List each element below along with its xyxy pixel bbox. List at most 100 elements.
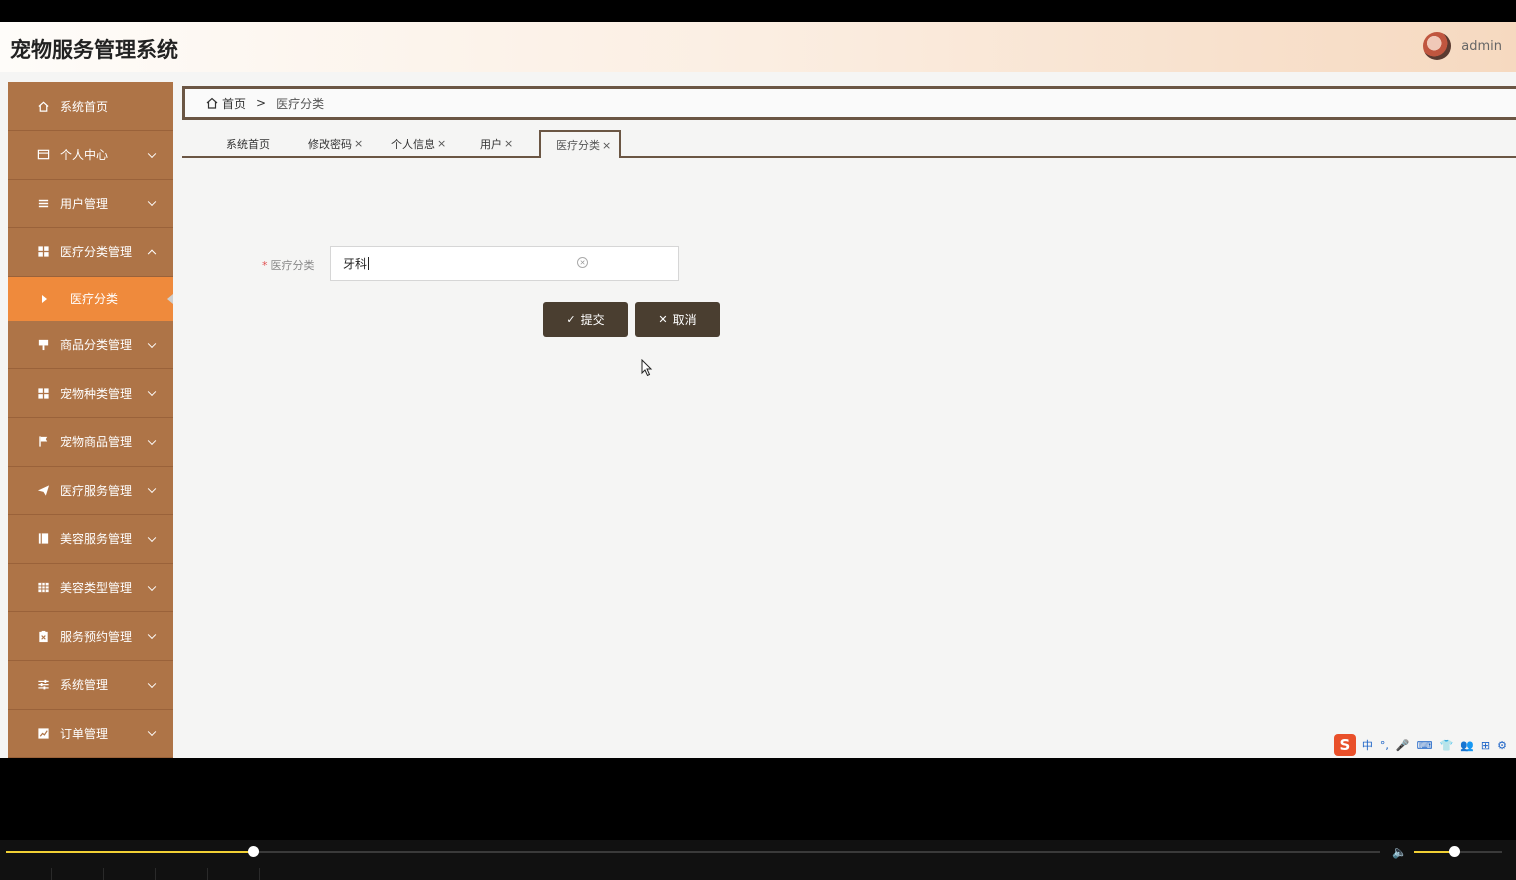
sidebar-item-label: 商品分类管理 <box>60 338 133 353</box>
tab[interactable]: 医疗分类 × <box>539 130 622 158</box>
tab[interactable]: 修改密码 × <box>308 130 363 157</box>
sidebar-item-label: 用户管理 <box>60 196 109 211</box>
home-icon[interactable] <box>205 96 219 110</box>
sogou-logo-icon[interactable]: S <box>1333 734 1356 756</box>
input-value: 牙科 <box>343 257 368 271</box>
player-slot[interactable] <box>156 868 208 880</box>
id-card-icon <box>36 148 50 162</box>
video-player-bar: 🔈 <box>0 840 1516 880</box>
sidebar-subitem-medical-category[interactable]: 医疗分类 <box>8 276 173 321</box>
sidebar-item[interactable]: 宠物商品管理 <box>8 418 173 467</box>
tab-close-icon[interactable]: × <box>437 137 446 150</box>
breadcrumb: 首页 > 医疗分类 <box>182 86 1516 120</box>
sidebar-item[interactable]: 订单管理 <box>8 710 173 758</box>
tab-close-icon[interactable]: × <box>602 139 611 152</box>
volume-icon[interactable]: 🔈 <box>1392 845 1407 859</box>
sidebar-item-label: 美容服务管理 <box>60 532 133 547</box>
chevron-down-icon <box>147 436 157 445</box>
sidebar-item-label: 个人中心 <box>60 148 109 163</box>
clear-icon[interactable]: ✕ <box>577 257 588 268</box>
player-slot[interactable] <box>52 868 104 880</box>
ime-tool-icon[interactable]: 中 <box>1362 737 1373 753</box>
grid-icon <box>36 386 50 400</box>
ime-tool-icon[interactable]: 🎤 <box>1396 739 1410 752</box>
grid-icon <box>36 245 50 259</box>
progress-track[interactable] <box>6 846 1380 857</box>
ime-tool-icon[interactable]: ⊞ <box>1481 739 1490 752</box>
sidebar-item[interactable]: 美容服务管理 <box>8 515 173 564</box>
caret-right-icon <box>42 294 47 303</box>
chevron-down-icon <box>147 484 157 494</box>
chevron-down-icon <box>147 339 157 348</box>
user-name[interactable]: admin <box>1461 39 1502 54</box>
ime-tool-icon[interactable]: 👕 <box>1440 739 1454 752</box>
volume-track[interactable] <box>1414 846 1502 857</box>
sidebar-item[interactable]: 美容类型管理 <box>8 564 173 613</box>
sidebar-item-label: 系统首页 <box>60 99 109 114</box>
chevron-down-icon <box>147 387 157 397</box>
required-mark: * <box>262 259 268 272</box>
breadcrumb-home[interactable]: 首页 <box>222 95 246 112</box>
sidebar-item[interactable]: 宠物种类管理 <box>8 369 173 418</box>
tab-label: 系统首页 <box>226 137 270 151</box>
sidebar-item-label: 医疗分类管理 <box>60 245 133 260</box>
text-caret <box>368 257 370 270</box>
volume-handle[interactable] <box>1448 846 1460 857</box>
ime-tool-icon[interactable]: ⚙ <box>1497 739 1507 752</box>
flag-icon <box>36 435 50 449</box>
chevron-down-icon <box>147 679 157 688</box>
check-icon: ✓ <box>566 313 576 326</box>
sliders-icon <box>36 678 50 692</box>
user-menu[interactable]: admin <box>1423 32 1502 60</box>
ime-toolbar: S 中 °, 🎤 ⌨ 👕 👥 ⊞ ⚙ <box>1333 733 1516 757</box>
ime-tool-icon[interactable]: ⌨ <box>1417 739 1433 752</box>
sidebar-item[interactable]: 医疗服务管理 <box>8 467 173 516</box>
sidebar-item-label: 宠物种类管理 <box>60 386 133 401</box>
signpost-icon <box>36 338 50 352</box>
player-slot[interactable] <box>208 868 260 880</box>
volume-fill <box>1414 851 1454 853</box>
tab-bar: 系统首页 修改密码 × 个人信息 × 用户 × 医疗分类 × <box>182 128 1516 158</box>
medical-category-input[interactable]: 牙科 ✕ <box>330 246 679 281</box>
sidebar-item[interactable]: 用户管理 <box>8 180 173 229</box>
tab[interactable]: 个人信息 × <box>391 130 446 157</box>
medical-category-label: * 医疗分类 <box>262 259 315 272</box>
sidebar-item-label: 服务预约管理 <box>60 629 133 644</box>
progress-handle[interactable] <box>248 846 260 857</box>
submit-button[interactable]: ✓ 提交 <box>543 302 628 337</box>
sidebar-item-label: 美容类型管理 <box>60 581 133 596</box>
player-slot[interactable] <box>0 868 52 880</box>
tab-label: 医疗分类 <box>556 139 600 152</box>
sidebar-item[interactable]: 个人中心 <box>8 131 173 180</box>
book-icon <box>36 532 50 546</box>
sidebar-item[interactable]: 医疗分类管理 <box>8 228 173 277</box>
ime-tool-icon[interactable]: °, <box>1380 739 1389 752</box>
sidebar-subitem-label: 医疗分类 <box>70 292 119 307</box>
tab-label: 修改密码 <box>308 137 352 151</box>
sidebar: 系统首页个人中心用户管理医疗分类管理 医疗分类商品分类管理 宠物种类管理 宠物商品管理… <box>8 82 173 758</box>
sidebar-item[interactable]: 服务预约管理 <box>8 612 173 661</box>
sidebar-item-label: 系统管理 <box>60 678 109 693</box>
sidebar-item[interactable]: 商品分类管理 <box>8 321 173 370</box>
list-icon <box>36 196 50 210</box>
paper-plane-icon <box>36 483 50 497</box>
chevron-down-icon <box>147 630 157 640</box>
ime-tool-icon[interactable]: 👥 <box>1460 739 1474 752</box>
app-title: 宠物服务管理系统 <box>10 38 178 62</box>
tab-close-icon[interactable]: × <box>354 137 363 150</box>
sidebar-item-label: 订单管理 <box>60 726 109 741</box>
close-icon: ✕ <box>658 313 668 326</box>
tab-close-icon[interactable]: × <box>504 137 513 150</box>
tab[interactable]: 用户 × <box>480 130 513 157</box>
progress-fill <box>6 851 254 853</box>
sidebar-item[interactable]: 系统管理 <box>8 661 173 710</box>
sidebar-item-label: 宠物商品管理 <box>60 435 133 450</box>
player-slot[interactable] <box>104 868 156 880</box>
sidebar-item[interactable]: 系统首页 <box>8 82 173 131</box>
avatar[interactable] <box>1423 32 1452 60</box>
tab[interactable]: 系统首页 <box>226 130 270 157</box>
cancel-button[interactable]: ✕ 取消 <box>635 302 720 337</box>
sidebar-item-label: 医疗服务管理 <box>60 483 133 498</box>
screen: 宠物服务管理系统 admin 系统首页 个人中心 用户管理 医疗分类管理 医疗分类 商品分… <box>0 0 1516 880</box>
chevron-down-icon <box>147 149 157 158</box>
